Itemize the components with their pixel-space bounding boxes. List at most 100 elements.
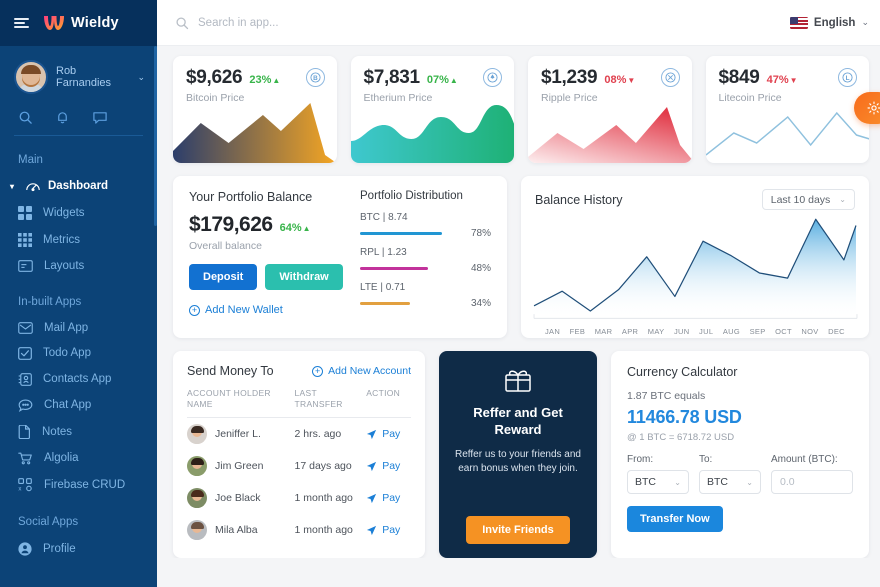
- ripple-sparkline: [528, 103, 692, 163]
- search-icon[interactable]: [18, 110, 33, 125]
- table-row: Joe Black 1 month ago Pay: [187, 482, 411, 514]
- chevron-down-icon: ▾: [10, 182, 18, 191]
- plus-circle-icon: +: [189, 305, 200, 316]
- amount-input[interactable]: [771, 470, 853, 494]
- balance-history-title: Balance History: [535, 193, 623, 207]
- withdraw-button[interactable]: Withdraw: [265, 264, 342, 290]
- sidebar-item-profile[interactable]: Profile: [0, 535, 157, 562]
- holder-name: Joe Black: [215, 492, 261, 504]
- calculator-result: 11466.78 USD: [627, 407, 853, 428]
- etherium-sparkline: [351, 103, 515, 163]
- calculator-rate: @ 1 BTC = 6718.72 USD: [627, 432, 853, 443]
- hamburger-icon[interactable]: [14, 18, 29, 28]
- holder-name: Mila Alba: [215, 524, 258, 536]
- table-header-row: ACCOUNT HOLDER NAME LAST TRANSFER ACTION: [187, 388, 411, 418]
- dashboard-page: Wieldy Rob Farnandies ⌄: [0, 0, 880, 587]
- currency-calculator-card: Currency Calculator 1.87 BTC equals 1146…: [611, 351, 869, 558]
- last-transfer: 1 month ago: [295, 514, 367, 546]
- add-new-account-button[interactable]: + Add New Account: [312, 365, 411, 377]
- portfolio-card: Your Portfolio Balance $179,626 64%▲ Ove…: [173, 176, 507, 338]
- chevron-down-icon: ⌄: [674, 478, 681, 487]
- brand-logo[interactable]: Wieldy: [43, 15, 119, 31]
- to-label: To:: [699, 454, 761, 465]
- metrics-icon: [18, 233, 32, 247]
- chat-bubble-icon: [18, 399, 33, 412]
- send-money-card: Send Money To + Add New Account ACCOUNT …: [173, 351, 425, 558]
- from-currency-select[interactable]: BTC ⌄: [627, 470, 689, 494]
- brand-name: Wieldy: [71, 15, 119, 31]
- sidebar-item-widgets[interactable]: Widgets: [0, 199, 157, 226]
- sidebar-item-todo-app[interactable]: Todo App: [0, 340, 157, 366]
- distribution-bar: [360, 232, 442, 235]
- firebase-icon: x: [18, 478, 33, 492]
- distribution-label: BTC | 8.74: [360, 212, 491, 223]
- chevron-down-icon[interactable]: ⌄: [137, 72, 145, 83]
- language-label: English: [814, 17, 856, 29]
- sidebar-item-notes[interactable]: Notes: [0, 418, 157, 445]
- tick-label: FEB: [570, 327, 586, 336]
- amount-field-group: Amount (BTC):: [771, 454, 853, 494]
- settings-fab-button[interactable]: [854, 92, 880, 124]
- sidebar-item-contacts-app[interactable]: Contacts App: [0, 366, 157, 392]
- chat-icon[interactable]: [92, 110, 108, 125]
- mail-icon: [18, 322, 33, 334]
- sidebar-item-layouts[interactable]: Layouts: [0, 253, 157, 278]
- last-transfer: 1 month ago: [295, 482, 367, 514]
- trend-up-icon: ▲: [450, 76, 458, 85]
- send-arrow-icon: [366, 525, 377, 536]
- tick-label: DEC: [828, 327, 845, 336]
- language-selector[interactable]: English ⌄: [790, 17, 869, 29]
- transfer-now-button[interactable]: Transfer Now: [627, 506, 723, 532]
- distribution-title: Portfolio Distribution: [360, 190, 491, 202]
- pay-button[interactable]: Pay: [366, 492, 411, 504]
- pay-button[interactable]: Pay: [366, 524, 411, 536]
- chevron-down-icon: ⌄: [746, 478, 753, 487]
- sidebar-item-algolia[interactable]: Algolia: [0, 445, 157, 471]
- chevron-down-icon: ⌄: [839, 195, 846, 204]
- pay-button[interactable]: Pay: [366, 460, 411, 472]
- sidebar-item-mail-app[interactable]: Mail App: [0, 315, 157, 340]
- bitcoin-sparkline: [173, 103, 337, 163]
- distribution-item-btc: BTC | 8.74 78%: [360, 212, 491, 239]
- bell-icon[interactable]: [55, 110, 70, 125]
- stat-value: $1,239: [541, 67, 597, 89]
- sidebar-item-label: Metrics: [43, 234, 80, 246]
- deposit-button[interactable]: Deposit: [189, 264, 257, 290]
- sidebar-quick-actions: [0, 100, 157, 134]
- account-holder: Jim Green: [187, 456, 295, 476]
- account-holder: Mila Alba: [187, 520, 295, 540]
- sidebar-item-metrics[interactable]: Metrics: [0, 226, 157, 253]
- sidebar-item-dashboard[interactable]: ▾ Dashboard: [0, 173, 157, 199]
- to-currency-select[interactable]: BTC ⌄: [699, 470, 761, 494]
- sidebar-item-firebase-crud[interactable]: x Firebase CRUD: [0, 471, 157, 498]
- date-range-select[interactable]: Last 10 days ⌄: [762, 189, 855, 210]
- tick-label: MAR: [595, 327, 613, 336]
- account-holder: Jeniffer L.: [187, 424, 295, 444]
- invite-friends-button[interactable]: Invite Friends: [466, 516, 570, 544]
- sidebar-profile[interactable]: Rob Farnandies ⌄: [0, 46, 157, 100]
- portfolio-subtitle: Overall balance: [189, 240, 354, 252]
- trend-down-icon: ▼: [790, 76, 798, 85]
- account-holder: Joe Black: [187, 488, 295, 508]
- refer-description: Reffer us to your friends and earn bonus…: [453, 448, 583, 477]
- column-header-transfer: LAST TRANSFER: [295, 388, 367, 418]
- column-header-action: ACTION: [366, 388, 411, 418]
- plus-circle-icon: +: [312, 366, 323, 377]
- sidebar-item-chat-app[interactable]: Chat App: [0, 392, 157, 418]
- distribution-label: RPL | 1.23: [360, 247, 491, 258]
- chart-x-axis-labels: JAN FEB MAR APR MAY JUN JUL AUG SEP OCT …: [529, 327, 861, 336]
- pay-button[interactable]: Pay: [366, 428, 411, 440]
- last-transfer: 17 days ago: [295, 450, 367, 482]
- distribution-item-rpl: RPL | 1.23 48%: [360, 247, 491, 274]
- tick-label: JUN: [674, 327, 689, 336]
- calculator-equals-text: 1.87 BTC equals: [627, 390, 853, 402]
- search-input[interactable]: [198, 17, 458, 29]
- add-new-wallet-button[interactable]: + Add New Wallet: [189, 304, 354, 316]
- table-row: Jeniffer L. 2 hrs. ago Pay: [187, 418, 411, 451]
- avatar: [187, 456, 207, 476]
- tick-label: JUL: [699, 327, 713, 336]
- refer-reward-card: Reffer and Get Reward Reffer us to your …: [439, 351, 597, 558]
- sidebar-section-inbuilt-title: In-built Apps: [0, 278, 157, 315]
- sidebar: Wieldy Rob Farnandies ⌄: [0, 0, 157, 587]
- user-circle-icon: [18, 542, 32, 556]
